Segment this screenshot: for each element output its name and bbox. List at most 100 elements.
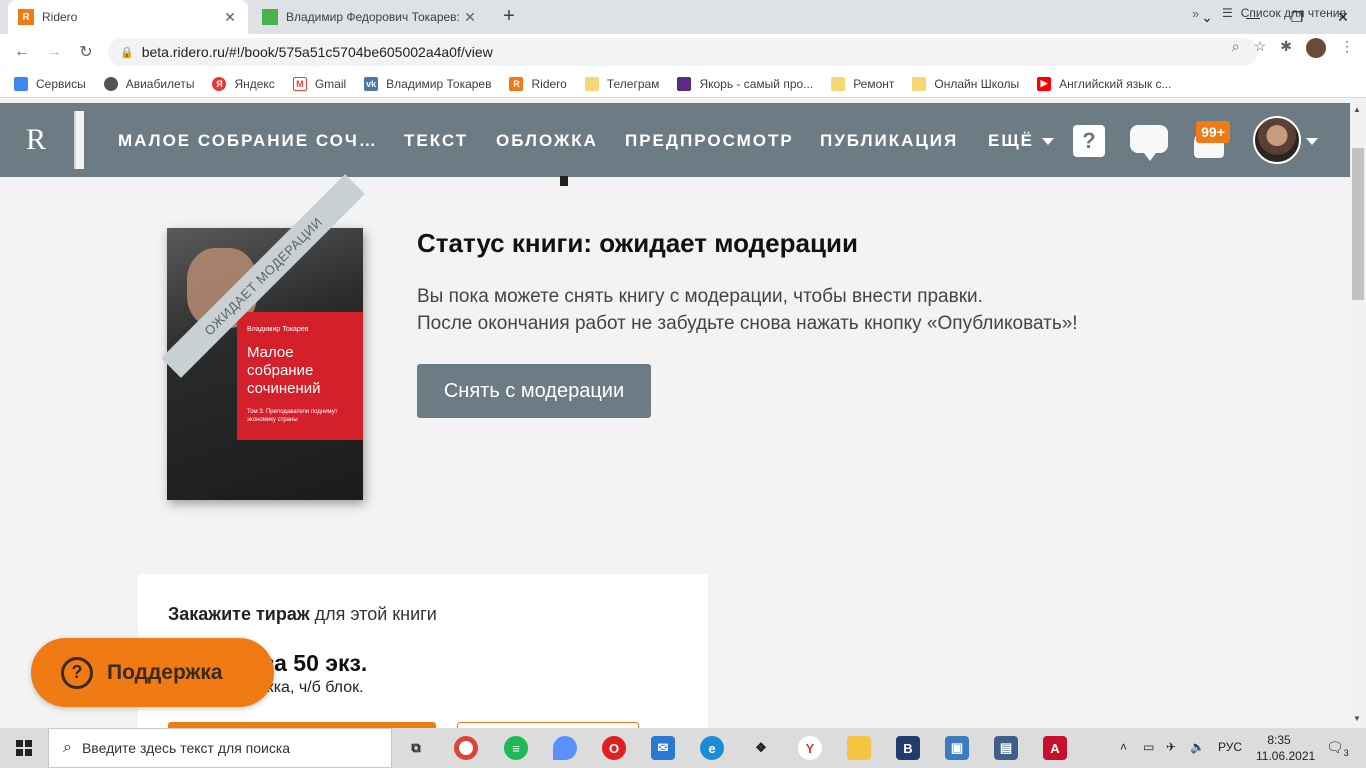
nav-preview[interactable]: ПРЕДПРОСМОТР <box>625 131 794 151</box>
taskbar-search[interactable]: ⌕ Введите здесь текст для поиска <box>48 728 392 768</box>
volume-icon[interactable]: 🔈 <box>1190 740 1205 754</box>
edge-icon[interactable]: e <box>700 736 724 760</box>
tab-title: Ridero <box>42 10 78 24</box>
bookmark-remont[interactable]: Ремонт <box>831 76 895 91</box>
help-button[interactable]: ? <box>1073 125 1105 157</box>
bookmark-label: Яндекс <box>234 76 275 91</box>
bookmarks-more-icon[interactable]: » <box>1192 6 1199 21</box>
nav-text[interactable]: ТЕКСТ <box>404 131 468 151</box>
ridero-logo[interactable]: R <box>26 123 46 157</box>
bookmark-vk[interactable]: vk Владимир Токарев <box>364 76 492 91</box>
start-button[interactable] <box>0 728 48 768</box>
taskbar-clock[interactable]: 8:35 11.06.2021 <box>1256 732 1315 764</box>
forward-button[interactable]: → <box>42 40 66 64</box>
menu-icon[interactable]: ⋮ <box>1340 38 1354 58</box>
scrollbar-thumb[interactable] <box>1352 148 1364 300</box>
mail-icon[interactable]: ✉ <box>651 736 675 760</box>
close-tab-icon[interactable]: ✕ <box>222 9 238 26</box>
bookmark-yakor[interactable]: Якорь - самый про... <box>677 76 813 91</box>
browser-toolbar: ← → ↻ 🔒 beta.ridero.ru/#!/book/575a51c57… <box>0 34 1366 70</box>
chrome-icon[interactable] <box>454 736 478 760</box>
folder-icon <box>584 76 599 91</box>
spotify-icon[interactable]: ≡ <box>504 736 528 760</box>
network-icon[interactable]: ✈ <box>1166 740 1176 754</box>
yakor-icon <box>677 76 692 91</box>
app-b-icon[interactable]: B <box>896 736 920 760</box>
support-label: Поддержка <box>107 660 223 684</box>
opera-icon[interactable]: O <box>602 736 626 760</box>
nav-cover[interactable]: ОБЛОЖКА <box>496 131 598 151</box>
bookmark-yandex[interactable]: Я Яндекс <box>212 76 275 91</box>
bookmark-telegram[interactable]: Телеграм <box>584 76 660 91</box>
chat-icon[interactable] <box>1130 125 1168 161</box>
bookmark-label: Авиабилеты <box>125 76 195 91</box>
scroll-down-icon[interactable]: ▼ <box>1353 714 1361 723</box>
bookmark-aviabilety[interactable]: Авиабилеты <box>103 76 195 91</box>
app-header: R МАЛОЕ СОБРАНИЕ СОЧ… ТЕКСТ ОБЛОЖКА ПРЕД… <box>0 103 1350 177</box>
reading-list-icon: ☰ <box>1222 6 1233 20</box>
notification-count: 3 <box>1343 747 1349 758</box>
file-explorer-icon[interactable] <box>847 736 871 760</box>
scroll-up-icon[interactable]: ▲ <box>1353 105 1361 114</box>
tray-chevron-icon[interactable]: ˄ <box>1120 740 1127 754</box>
url-text: beta.ridero.ru/#!/book/575a51c5704be6050… <box>141 44 493 60</box>
acrobat-icon[interactable]: A <box>1043 736 1067 760</box>
dropbox-icon[interactable]: ❖ <box>749 736 773 760</box>
cover-title: Малое собрание сочинений <box>247 344 321 397</box>
bookmark-services[interactable]: Сервисы <box>14 76 86 91</box>
extensions-icon[interactable]: ✱ <box>1280 38 1292 58</box>
support-button[interactable]: ? Поддержка <box>31 638 274 707</box>
sheets-favicon-icon <box>262 9 278 25</box>
lock-icon: 🔒 <box>120 46 134 59</box>
folder-icon <box>912 76 927 91</box>
close-tab-icon[interactable]: ✕ <box>462 9 478 26</box>
bookmark-star-icon[interactable]: ☆ <box>1254 38 1267 58</box>
apps-icon <box>14 76 28 91</box>
cover-author: Владимир Токарев <box>247 326 309 333</box>
print-headline-bold: Закажите тираж <box>168 604 310 624</box>
task-view-icon[interactable]: ⧉ <box>404 736 428 760</box>
control-panel-icon[interactable]: ▣ <box>945 736 969 760</box>
print-headline: Закажите тираж для этой книги <box>168 604 437 625</box>
bookmark-ridero[interactable]: R Ridero <box>509 76 567 91</box>
back-button[interactable]: ← <box>10 40 34 64</box>
nav-more[interactable]: ЕЩЁ <box>988 131 1054 151</box>
tab-tokarev[interactable]: Владимир Федорович Токарев: ✕ <box>252 0 488 34</box>
new-tab-button[interactable]: + <box>498 6 520 28</box>
cut-off-heading-fragment <box>560 176 568 186</box>
window-app-icon[interactable]: ▤ <box>994 736 1018 760</box>
ridero-icon: R <box>509 76 524 91</box>
bookmark-label: Телеграм <box>606 76 660 91</box>
status-line-1: Вы пока можете снять книгу с модерации, … <box>417 286 983 307</box>
notification-center-icon[interactable]: 🗨3 <box>1326 739 1349 758</box>
nav-book-title[interactable]: МАЛОЕ СОБРАНИЕ СОЧ… <box>118 131 378 151</box>
bookmark-online-schools[interactable]: Онлайн Школы <box>912 76 1019 91</box>
bookmark-english[interactable]: ▶ Английский язык с... <box>1037 76 1172 91</box>
gmail-icon: M <box>292 76 307 91</box>
globe-icon <box>103 76 118 91</box>
reading-list-label: Список для чтения <box>1240 6 1346 20</box>
yandex-browser-icon[interactable]: Y <box>798 736 822 760</box>
avatar[interactable] <box>1253 116 1301 164</box>
bookmark-label: Ремонт <box>853 76 895 91</box>
zoom-icon[interactable]: ⌕ <box>1232 38 1240 58</box>
reading-list-button[interactable]: ☰ Список для чтения <box>1222 6 1346 20</box>
notifications-badge: 99+ <box>1196 121 1230 143</box>
nav-publication[interactable]: ПУБЛИКАЦИЯ <box>820 131 958 151</box>
chevron-down-icon[interactable] <box>1306 138 1318 145</box>
remove-from-moderation-button[interactable]: Снять с модерации <box>417 364 651 418</box>
language-indicator[interactable]: РУС <box>1218 740 1242 754</box>
address-bar[interactable]: 🔒 beta.ridero.ru/#!/book/575a51c5704be60… <box>108 38 1258 66</box>
profile-avatar-icon[interactable] <box>1306 38 1326 58</box>
battery-icon[interactable]: ▭ <box>1143 740 1154 754</box>
reload-button[interactable]: ↻ <box>74 40 98 64</box>
tab-ridero[interactable]: R Ridero ✕ <box>8 0 248 34</box>
status-description: Вы пока можете снять книгу с модерации, … <box>417 283 1078 337</box>
bookmark-gmail[interactable]: M Gmail <box>292 76 346 91</box>
bookmark-label: Владимир Токарев <box>386 76 492 91</box>
cover-subtitle: Том 3. Преподаватели поднимут экономику … <box>247 409 338 423</box>
windows-logo-icon <box>16 740 32 756</box>
paint-icon[interactable] <box>553 736 577 760</box>
bookmark-label: Английский язык с... <box>1059 76 1172 91</box>
search-placeholder: Введите здесь текст для поиска <box>81 740 291 756</box>
